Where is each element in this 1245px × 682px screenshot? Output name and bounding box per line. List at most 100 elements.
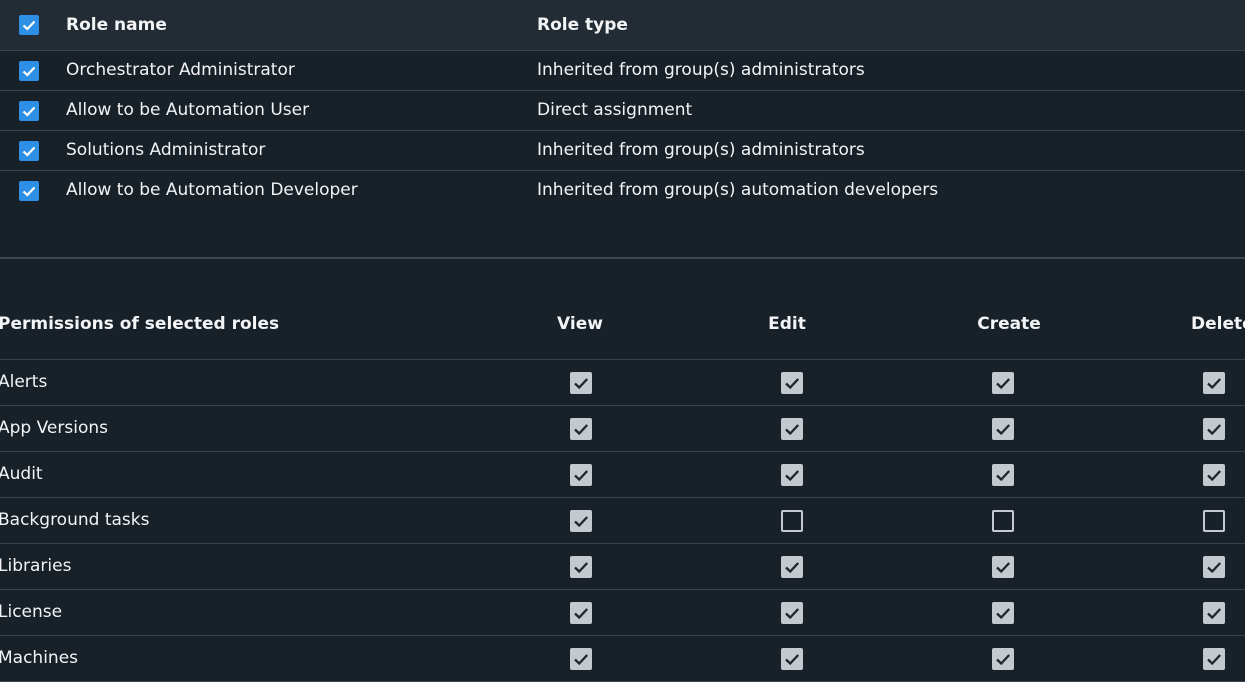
permissions-title: Permissions of selected roles [0, 314, 280, 334]
delete-permission-checkbox [1203, 418, 1225, 440]
role-type: Direct assignment [537, 100, 693, 120]
role-name-column-header[interactable]: Role name [66, 15, 167, 35]
create-permission-checkbox [992, 510, 1014, 532]
delete-permission-checkbox [1203, 372, 1225, 394]
role-type: Inherited from group(s) automation devel… [537, 180, 939, 200]
permission-resource-name: Alerts [0, 372, 48, 392]
view-column-header: View [557, 314, 603, 334]
checkmark-icon [785, 470, 800, 482]
permission-row: Libraries [0, 544, 1245, 590]
checkmark-icon [996, 562, 1011, 574]
role-row[interactable]: Allow to be Automation User Direct assig… [0, 91, 1245, 131]
roles-table-header: Role name Role type [0, 0, 1245, 51]
view-permission-checkbox [570, 418, 592, 440]
checkmark-icon [574, 424, 589, 436]
create-permission-checkbox [992, 372, 1014, 394]
role-checkbox[interactable] [19, 181, 39, 201]
delete-permission-checkbox [1203, 648, 1225, 670]
checkmark-icon [1207, 424, 1222, 436]
checkmark-icon [574, 608, 589, 620]
create-permission-checkbox [992, 648, 1014, 670]
permissions-rows: Alerts App Versions Audit Background tasks L… [0, 360, 1245, 682]
role-checkbox[interactable] [19, 61, 39, 81]
checkmark-icon [574, 470, 589, 482]
section-divider [0, 257, 1245, 259]
view-permission-checkbox [570, 464, 592, 486]
role-type: Inherited from group(s) administrators [537, 140, 865, 160]
role-row[interactable]: Orchestrator Administrator Inherited fro… [0, 51, 1245, 91]
create-permission-checkbox [992, 418, 1014, 440]
permission-resource-name: Libraries [0, 556, 72, 576]
checkmark-icon [785, 608, 800, 620]
role-name: Allow to be Automation Developer [66, 180, 358, 200]
checkmark-icon [1207, 470, 1222, 482]
role-row[interactable]: Solutions Administrator Inherited from g… [0, 131, 1245, 171]
permissions-table-header: Permissions of selected roles View Edit … [0, 300, 1245, 360]
checkmark-icon [996, 654, 1011, 666]
permission-row: Machines [0, 636, 1245, 682]
role-name: Orchestrator Administrator [66, 60, 295, 80]
permission-row: App Versions [0, 406, 1245, 452]
checkmark-icon [785, 654, 800, 666]
role-checkbox[interactable] [19, 101, 39, 121]
checkmark-icon [785, 562, 800, 574]
view-permission-checkbox [570, 648, 592, 670]
permission-row: License [0, 590, 1245, 636]
edit-permission-checkbox [781, 556, 803, 578]
edit-permission-checkbox [781, 418, 803, 440]
checkmark-icon [785, 424, 800, 436]
create-permission-checkbox [992, 464, 1014, 486]
checkmark-icon [574, 654, 589, 666]
view-permission-checkbox [570, 556, 592, 578]
checkmark-icon [22, 66, 36, 77]
checkmark-icon [574, 378, 589, 390]
select-all-checkbox[interactable] [19, 15, 39, 35]
delete-permission-checkbox [1203, 602, 1225, 624]
edit-permission-checkbox [781, 602, 803, 624]
checkmark-icon [996, 608, 1011, 620]
checkmark-icon [22, 146, 36, 157]
view-permission-checkbox [570, 372, 592, 394]
permissions-table: Permissions of selected roles View Edit … [0, 300, 1245, 682]
edit-permission-checkbox [781, 372, 803, 394]
checkmark-icon [22, 20, 36, 31]
checkmark-icon [1207, 608, 1222, 620]
checkmark-icon [996, 470, 1011, 482]
checkmark-icon [996, 424, 1011, 436]
permission-row: Alerts [0, 360, 1245, 406]
role-type: Inherited from group(s) administrators [537, 60, 865, 80]
edit-permission-checkbox [781, 648, 803, 670]
checkmark-icon [1207, 378, 1222, 390]
role-type-column-header[interactable]: Role type [537, 15, 628, 35]
checkmark-icon [1207, 654, 1222, 666]
permission-resource-name: Background tasks [0, 510, 150, 530]
delete-column-header: Delete [1191, 314, 1245, 334]
checkmark-icon [574, 562, 589, 574]
checkmark-icon [22, 186, 36, 197]
role-checkbox[interactable] [19, 141, 39, 161]
create-permission-checkbox [992, 602, 1014, 624]
roles-table: Role name Role type Orchestrator Adminis… [0, 0, 1245, 211]
edit-permission-checkbox [781, 510, 803, 532]
create-permission-checkbox [992, 556, 1014, 578]
permission-resource-name: Machines [0, 648, 79, 668]
view-permission-checkbox [570, 602, 592, 624]
checkmark-icon [996, 378, 1011, 390]
role-name: Solutions Administrator [66, 140, 266, 160]
delete-permission-checkbox [1203, 556, 1225, 578]
delete-permission-checkbox [1203, 464, 1225, 486]
checkmark-icon [1207, 562, 1222, 574]
permission-resource-name: Audit [0, 464, 43, 484]
role-row[interactable]: Allow to be Automation Developer Inherit… [0, 171, 1245, 211]
edit-permission-checkbox [781, 464, 803, 486]
edit-column-header: Edit [768, 314, 806, 334]
view-permission-checkbox [570, 510, 592, 532]
permission-row: Audit [0, 452, 1245, 498]
checkmark-icon [785, 378, 800, 390]
role-name: Allow to be Automation User [66, 100, 310, 120]
permission-resource-name: App Versions [0, 418, 108, 438]
permission-resource-name: License [0, 602, 63, 622]
checkmark-icon [574, 516, 589, 528]
checkmark-icon [22, 106, 36, 117]
permission-row: Background tasks [0, 498, 1245, 544]
